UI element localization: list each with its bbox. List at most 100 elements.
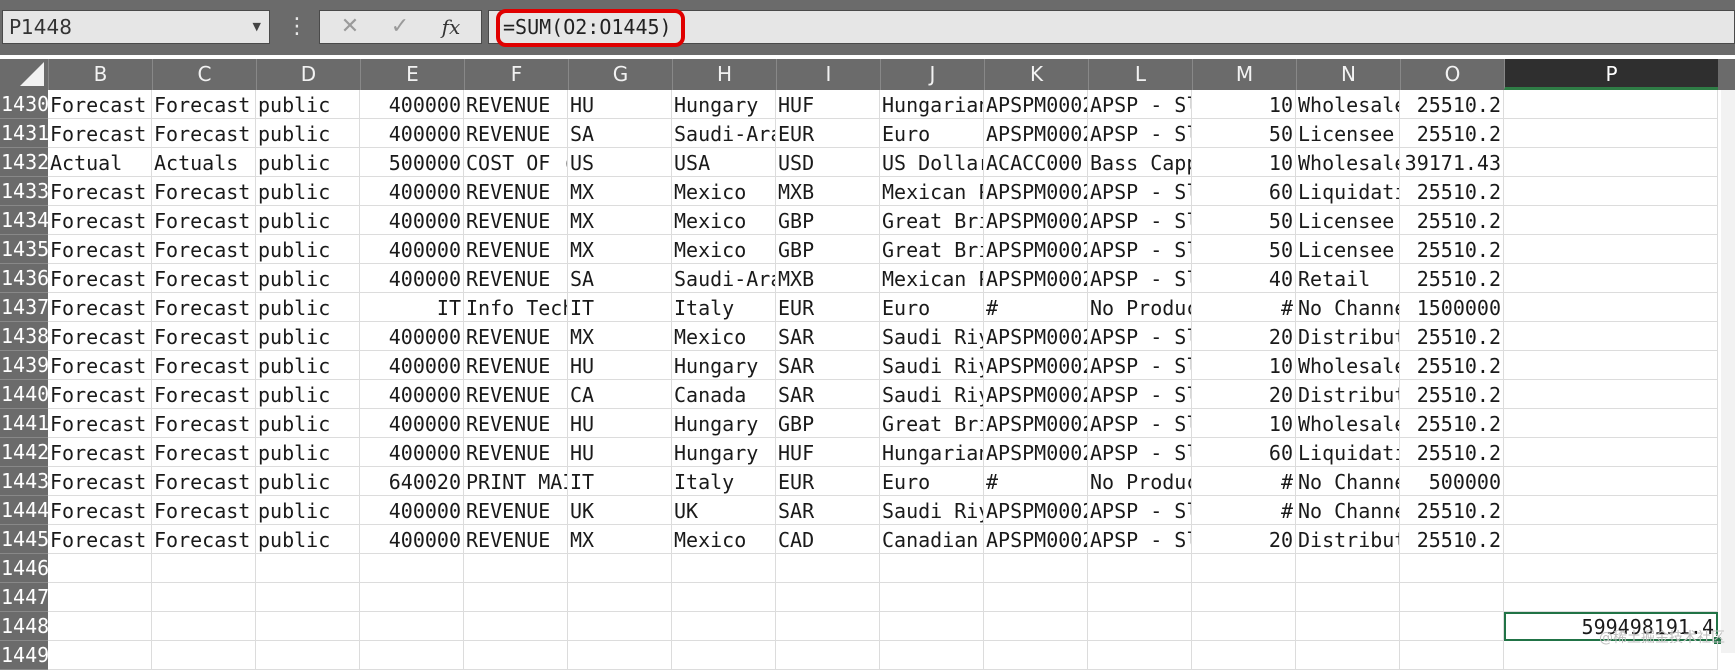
grid-cell[interactable]: [568, 554, 672, 583]
grid-cell[interactable]: Italy: [672, 467, 776, 496]
grid-cell[interactable]: MX: [568, 525, 672, 554]
grid-cell[interactable]: Licensee: [1296, 119, 1400, 148]
grid-cell[interactable]: [256, 612, 360, 641]
grid-cell[interactable]: public: [256, 409, 360, 438]
row-header[interactable]: 1440: [0, 380, 48, 409]
column-header-m[interactable]: M: [1192, 59, 1296, 90]
grid-cell[interactable]: Forecast: [152, 438, 256, 467]
grid-cell[interactable]: #: [1192, 467, 1296, 496]
grid-cell[interactable]: No Channe: [1296, 496, 1400, 525]
row-header[interactable]: 1443: [0, 467, 48, 496]
grid-cell[interactable]: SAR: [776, 322, 880, 351]
grid-cell[interactable]: No Produc: [1088, 293, 1192, 322]
grid-cell[interactable]: 400000: [360, 409, 464, 438]
grid-cell[interactable]: 400000: [360, 177, 464, 206]
grid-cell[interactable]: REVENUE: [464, 264, 568, 293]
grid-cell[interactable]: APSP - Sl: [1088, 177, 1192, 206]
grid-cell[interactable]: [48, 641, 152, 670]
grid-cell[interactable]: [1400, 554, 1504, 583]
column-header-o[interactable]: O: [1400, 59, 1504, 90]
grid-cell[interactable]: #: [984, 293, 1088, 322]
grid-cell[interactable]: US: [568, 148, 672, 177]
grid-cell[interactable]: [672, 583, 776, 612]
grid-cell[interactable]: Great Bri: [880, 235, 984, 264]
grid-cell[interactable]: [256, 583, 360, 612]
grid-cell[interactable]: Forecast: [152, 496, 256, 525]
grid-cell[interactable]: [880, 612, 984, 641]
grid-cell[interactable]: MXB: [776, 264, 880, 293]
grid-cell[interactable]: 400000: [360, 206, 464, 235]
grid-cell[interactable]: [360, 554, 464, 583]
cancel-icon[interactable]: ✕: [326, 11, 374, 43]
grid-cell[interactable]: Saudi-Ara: [672, 119, 776, 148]
grid-cell[interactable]: MX: [568, 322, 672, 351]
grid-cell[interactable]: 25510.2: [1400, 525, 1504, 554]
grid-cell[interactable]: MXB: [776, 177, 880, 206]
grid-cell[interactable]: REVENUE: [464, 496, 568, 525]
grid-cell[interactable]: Forecast: [48, 525, 152, 554]
grid-cell[interactable]: 25510.2: [1400, 264, 1504, 293]
grid-cell[interactable]: Wholesale: [1296, 409, 1400, 438]
grid-cell[interactable]: [360, 583, 464, 612]
grid-cell[interactable]: [1296, 612, 1400, 641]
grid-cell[interactable]: 400000: [360, 90, 464, 119]
grid-cell[interactable]: APSPM0002: [984, 525, 1088, 554]
grid-cell[interactable]: Forecast: [152, 206, 256, 235]
grid-cell[interactable]: [1504, 409, 1718, 438]
grid-cell[interactable]: [464, 641, 568, 670]
grid-cell[interactable]: REVENUE: [464, 438, 568, 467]
grid-cell[interactable]: APSPM0002: [984, 380, 1088, 409]
grid-cell[interactable]: [984, 583, 1088, 612]
grid-cell[interactable]: Forecast: [152, 119, 256, 148]
grid-cell[interactable]: APSPM0002: [984, 496, 1088, 525]
grid-cell[interactable]: REVENUE: [464, 409, 568, 438]
row-header[interactable]: 1448: [0, 612, 48, 641]
grid-cell[interactable]: REVENUE: [464, 206, 568, 235]
grid-cell[interactable]: Forecast: [48, 438, 152, 467]
grid-cell[interactable]: [360, 612, 464, 641]
grid-cell[interactable]: Great Bri: [880, 409, 984, 438]
grid-cell[interactable]: GBP: [776, 235, 880, 264]
grid-cell[interactable]: 500000: [1400, 467, 1504, 496]
grid-cell[interactable]: Wholesale: [1296, 90, 1400, 119]
grid-cell[interactable]: Licensee: [1296, 206, 1400, 235]
row-header[interactable]: 1430: [0, 90, 48, 119]
select-all-button[interactable]: [0, 59, 48, 90]
grid-cell[interactable]: Mexico: [672, 206, 776, 235]
grid-cell[interactable]: [1504, 554, 1718, 583]
grid-cell[interactable]: 25510.2: [1400, 438, 1504, 467]
grid-cell[interactable]: 60: [1192, 438, 1296, 467]
grid-cell[interactable]: APSP - Sl: [1088, 206, 1192, 235]
grid-cell[interactable]: EUR: [776, 467, 880, 496]
grid-cell[interactable]: [1504, 206, 1718, 235]
grid-cell[interactable]: HU: [568, 438, 672, 467]
grid-cell[interactable]: [1504, 119, 1718, 148]
grid-cell[interactable]: Actual: [48, 148, 152, 177]
grid-cell[interactable]: Actuals: [152, 148, 256, 177]
grid-cell[interactable]: SAR: [776, 351, 880, 380]
grid-cell[interactable]: 50: [1192, 206, 1296, 235]
grid-cell[interactable]: Forecast: [48, 351, 152, 380]
grid-cell[interactable]: 25510.2: [1400, 206, 1504, 235]
grid-cell[interactable]: [1504, 322, 1718, 351]
grid-cell[interactable]: 40: [1192, 264, 1296, 293]
grid-cell[interactable]: [464, 583, 568, 612]
row-header[interactable]: 1442: [0, 438, 48, 467]
grid-cell[interactable]: APSPM0002: [984, 264, 1088, 293]
grid-cell[interactable]: CAD: [776, 525, 880, 554]
grid-cell[interactable]: [1400, 612, 1504, 641]
grid-cell[interactable]: REVENUE: [464, 119, 568, 148]
grid-cell[interactable]: 25510.2: [1400, 177, 1504, 206]
grid-cell[interactable]: #: [1192, 496, 1296, 525]
grid-cell[interactable]: Forecast: [48, 235, 152, 264]
grid-cell[interactable]: Hungary: [672, 438, 776, 467]
grid-cell[interactable]: Canadian: [880, 525, 984, 554]
grid-cell[interactable]: APSPM0002: [984, 177, 1088, 206]
grid-cell[interactable]: 400000: [360, 496, 464, 525]
grid-cell[interactable]: Forecast: [48, 322, 152, 351]
grid-cell[interactable]: 25510.2: [1400, 351, 1504, 380]
grid-cell[interactable]: 25510.2: [1400, 235, 1504, 264]
grid-cell[interactable]: No Produc: [1088, 467, 1192, 496]
grid-cell[interactable]: [1192, 641, 1296, 670]
grid-cell[interactable]: Mexico: [672, 322, 776, 351]
